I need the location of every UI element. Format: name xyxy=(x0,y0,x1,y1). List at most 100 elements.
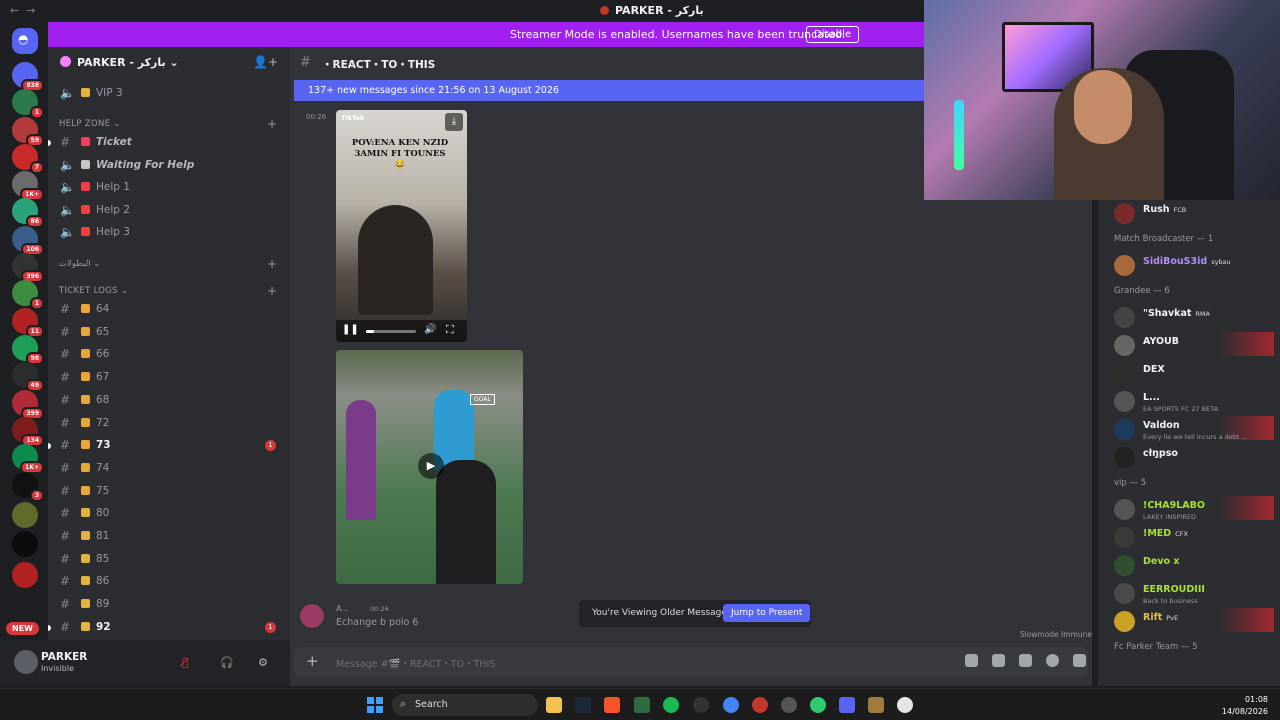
avatar[interactable] xyxy=(1114,419,1135,440)
avatar[interactable] xyxy=(1114,447,1135,468)
channel-item[interactable]: #85 xyxy=(60,550,280,570)
taskbar-search[interactable]: ⌕ Search xyxy=(392,694,538,716)
fullscreen-icon[interactable]: ⛶ xyxy=(446,323,454,337)
app-icon[interactable] xyxy=(868,697,884,713)
avatar[interactable] xyxy=(1114,499,1135,520)
gif-icon[interactable] xyxy=(992,654,1005,667)
avatar[interactable] xyxy=(1114,527,1135,548)
channel-item[interactable]: #81 xyxy=(60,527,280,547)
avatar[interactable] xyxy=(1114,391,1135,412)
steam-icon[interactable] xyxy=(575,697,591,713)
channel-item[interactable]: 🔈 Help 2 xyxy=(60,201,280,221)
channel-item[interactable]: #72 xyxy=(60,414,280,434)
message-input[interactable]: Message #🎬・REACT・TO・THIS xyxy=(336,656,495,670)
settings-icon[interactable]: ⚙ xyxy=(258,656,268,669)
channel-item[interactable]: #68 xyxy=(60,391,280,411)
server-icon[interactable] xyxy=(12,562,38,588)
chrome-icon[interactable] xyxy=(723,697,739,713)
member-item[interactable]: L... EA SPORTS FC 27 BETA xyxy=(1098,388,1280,414)
server-icon[interactable]: 134 xyxy=(12,417,44,447)
member-item[interactable]: !CHA9LABO LAKEY INSPIRED xyxy=(1098,496,1280,522)
jump-to-present-button[interactable]: Jump to Present xyxy=(723,604,811,622)
emoji-icon[interactable] xyxy=(1046,654,1059,667)
channel-item[interactable]: #80 xyxy=(60,504,280,524)
channel-item[interactable]: #89 xyxy=(60,595,280,615)
server-icon[interactable]: 49 xyxy=(12,362,44,392)
channel-item[interactable]: 🔈 Help 3 xyxy=(60,223,280,243)
mute-icon[interactable]: 🎙̸ xyxy=(182,656,189,669)
server-icon[interactable]: 838 xyxy=(12,62,44,92)
disable-button[interactable]: Disable xyxy=(806,26,860,43)
avatar[interactable] xyxy=(1114,555,1135,576)
server-icon[interactable]: 86 xyxy=(12,198,44,228)
server-icon[interactable]: 59 xyxy=(12,117,44,147)
member-item[interactable]: EERROUDIII Back to business xyxy=(1098,580,1280,606)
member-item[interactable]: SidiBouS3id sybau xyxy=(1098,252,1280,278)
channel-item[interactable]: #75 xyxy=(60,482,280,502)
avatar[interactable] xyxy=(1114,363,1135,384)
new-messages-bar[interactable]: 137+ new messages since 21:56 on 13 Augu… xyxy=(294,80,924,101)
channel-item[interactable]: #74 xyxy=(60,459,280,479)
member-item[interactable]: Rush FCB xyxy=(1098,200,1280,226)
channel-item[interactable]: #67 xyxy=(60,368,280,388)
channel-item[interactable]: 🔈 Waiting For Help xyxy=(60,156,280,176)
avatar[interactable] xyxy=(1114,583,1135,604)
app-icon[interactable] xyxy=(693,697,709,713)
server-icon[interactable]: 1K+ xyxy=(12,444,44,474)
avatar[interactable] xyxy=(300,604,324,628)
category-header[interactable]: البطولات ⌄ xyxy=(59,259,101,269)
server-icon[interactable]: 399 xyxy=(12,390,44,420)
play-icon[interactable]: ▶ xyxy=(418,453,444,479)
member-item[interactable]: "Shavkat RMA xyxy=(1098,304,1280,330)
file-explorer-icon[interactable] xyxy=(546,697,562,713)
system-clock[interactable]: 01:08 14/08/2026 xyxy=(1222,694,1268,718)
server-icon[interactable]: 1 xyxy=(12,89,44,119)
gift-icon[interactable] xyxy=(965,654,978,667)
direct-messages-button[interactable]: ◓ xyxy=(12,28,38,54)
server-icon[interactable]: 1 xyxy=(12,280,44,310)
avatar[interactable] xyxy=(1114,203,1135,224)
channel-item[interactable]: #73 1 xyxy=(48,436,280,456)
discord-icon[interactable] xyxy=(839,697,855,713)
invite-icon[interactable]: 👤+ xyxy=(253,55,278,69)
server-icon[interactable]: 396 xyxy=(12,253,44,283)
attach-icon[interactable]: + xyxy=(306,652,319,670)
channel-item[interactable]: 🔈 VIP 3 xyxy=(60,84,280,104)
channel-item[interactable]: #66 xyxy=(60,345,280,365)
server-icon[interactable]: 106 xyxy=(12,226,44,256)
avatar[interactable] xyxy=(1114,255,1135,276)
sticker-icon[interactable] xyxy=(1019,654,1032,667)
server-icon[interactable]: 7 xyxy=(12,144,44,174)
apps-icon[interactable] xyxy=(1073,654,1086,667)
tiktok-video[interactable]: TikTok ⤓ POV:ENA KEN NZID 3AMIN FI TOUNE… xyxy=(336,110,467,342)
add-channel-icon[interactable]: + xyxy=(267,284,277,298)
channel-item[interactable]: #86 xyxy=(60,572,280,592)
app-icon[interactable] xyxy=(810,697,826,713)
server-icon[interactable]: 11 xyxy=(12,308,44,338)
obs-icon[interactable] xyxy=(897,697,913,713)
member-item[interactable]: Devo x xyxy=(1098,552,1280,578)
member-item[interactable]: AYOUB xyxy=(1098,332,1280,358)
server-icon[interactable]: 1K+ xyxy=(12,171,44,201)
server-icon[interactable]: 3 xyxy=(12,472,44,502)
channel-item[interactable]: # Ticket xyxy=(48,133,280,153)
message-author[interactable]: A... xyxy=(336,604,349,613)
server-icon[interactable] xyxy=(12,502,38,528)
download-icon[interactable]: ⤓ xyxy=(445,113,463,131)
server-icon[interactable] xyxy=(12,531,38,557)
category-header[interactable]: TICKET LOGS ⌄ xyxy=(59,286,128,296)
avatar[interactable] xyxy=(1114,307,1135,328)
guild-name[interactable]: PARKER - باركر ⌄ xyxy=(60,56,179,69)
channel-item[interactable]: 🔈 Help 1 xyxy=(60,178,280,198)
add-channel-icon[interactable]: + xyxy=(267,257,277,271)
message-composer[interactable]: + Message #🎬・REACT・TO・THIS xyxy=(294,647,1088,677)
pause-icon[interactable]: ❚❚ xyxy=(342,324,359,335)
spotify-icon[interactable] xyxy=(663,697,679,713)
app-icon[interactable] xyxy=(634,697,650,713)
channel-item[interactable]: #64 xyxy=(60,300,280,320)
app-icon[interactable] xyxy=(781,697,797,713)
football-video[interactable]: GOAL ▶ xyxy=(336,350,523,584)
category-header[interactable]: HELP ZONE ⌄ xyxy=(59,119,121,129)
add-channel-icon[interactable]: + xyxy=(267,117,277,131)
member-item[interactable]: !MED CFX xyxy=(1098,524,1280,550)
